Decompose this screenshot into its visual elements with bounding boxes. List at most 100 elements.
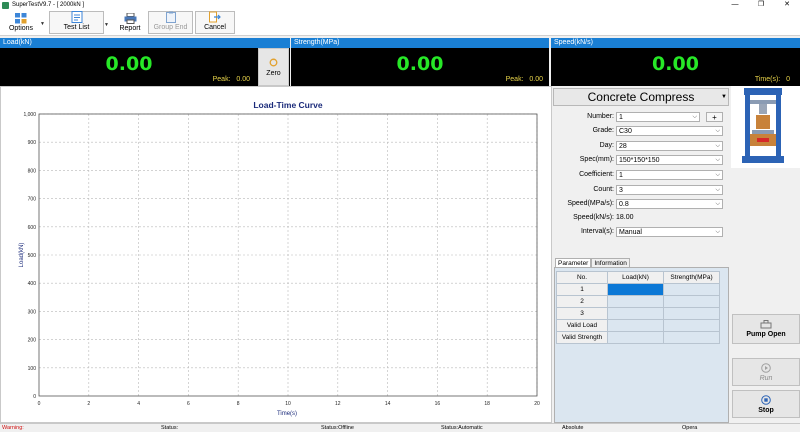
day-select[interactable]: 28 ⌵: [616, 141, 723, 151]
toolbar: Options ▼ Test List ▼ Report Group End C…: [0, 10, 800, 36]
x-tick-label: 4: [137, 401, 140, 407]
printer-icon: [124, 12, 137, 24]
play-icon: [761, 362, 771, 373]
table-row: Valid Load: [556, 319, 720, 332]
chevron-down-icon: ⌵: [715, 229, 720, 235]
coefficient-select[interactable]: 1 ⌵: [616, 170, 723, 180]
app-icon: [2, 1, 9, 9]
x-tick-label: 6: [187, 401, 190, 407]
table-cell[interactable]: [607, 331, 664, 344]
table-cell[interactable]: [663, 307, 720, 320]
grade-row: Grade: C30 ⌵: [553, 126, 729, 137]
speed-mpa-select[interactable]: 0.8 ⌵: [616, 199, 723, 209]
test-list-dropdown-icon[interactable]: ▼: [104, 22, 109, 28]
test-list-button[interactable]: Test List ▼: [49, 11, 109, 34]
options-dropdown-icon[interactable]: ▼: [40, 21, 45, 27]
chevron-down-icon: ⌵: [715, 187, 720, 193]
time-readout: Time(s): 0: [754, 76, 790, 83]
chevron-down-icon: ▼: [721, 94, 727, 100]
day-row: Day: 28 ⌵: [553, 141, 729, 152]
add-number-button[interactable]: +: [706, 112, 723, 122]
number-row: Number: 1 ⌵ +: [553, 112, 729, 123]
load-time-chart[interactable]: Load-Time Curve0 2 4 6 8 10 12 14 16 18 2001002003…: [1, 87, 551, 422]
y-tick-label: 800: [28, 168, 37, 174]
stop-icon: [761, 394, 771, 405]
x-tick-label: 0: [38, 401, 41, 407]
table-cell[interactable]: [663, 331, 720, 344]
number-select[interactable]: 1 ⌵: [616, 112, 700, 122]
title-bar: SuperTestV9.7 - [ 2000kN ] — ❐ ✕: [0, 0, 800, 10]
table-row: 2: [556, 295, 720, 308]
chevron-down-icon: ⌵: [715, 172, 720, 178]
x-tick-label: 10: [285, 401, 291, 407]
status-mode: Status:Automatic: [441, 425, 483, 431]
x-tick-label: 14: [385, 401, 391, 407]
table-cell[interactable]: [607, 295, 664, 308]
cancel-button[interactable]: Cancel: [195, 11, 235, 34]
speed-readout-title: Speed(kN/s): [551, 38, 800, 48]
x-tick-label: 18: [484, 401, 490, 407]
speed-readout: Speed(kN/s) 0.00 Time(s): 0: [551, 38, 800, 86]
load-peak: Peak: 0.00: [212, 76, 250, 83]
column-header: Load(kN): [607, 271, 664, 284]
options-button[interactable]: Options ▼: [2, 10, 45, 35]
count-select[interactable]: 3 ⌵: [616, 185, 723, 195]
y-tick-label: 900: [28, 140, 37, 146]
x-tick-label: 20: [534, 401, 540, 407]
table-cell[interactable]: [607, 319, 664, 332]
strength-peak: Peak: 0.00: [505, 76, 543, 83]
group-end-button[interactable]: Group End: [148, 11, 193, 34]
x-tick-label: 2: [87, 401, 90, 407]
pump-open-button[interactable]: Pump Open: [732, 314, 800, 344]
load-value: 0.00: [105, 53, 153, 75]
maximize-button[interactable]: ❐: [748, 0, 774, 10]
y-tick-label: 300: [28, 309, 37, 315]
interval-select[interactable]: Manual ⌵: [616, 227, 723, 237]
test-method-select[interactable]: Concrete Compress ▼: [553, 88, 729, 106]
table-cell[interactable]: [663, 283, 720, 296]
column-header: Strength(MPa): [663, 271, 720, 284]
table-cell[interactable]: [607, 283, 664, 296]
y-tick-label: 200: [28, 338, 37, 344]
chevron-down-icon: ⌵: [715, 157, 720, 163]
list-icon: [70, 11, 83, 23]
pump-icon: [760, 320, 772, 329]
x-tick-label: 16: [435, 401, 441, 407]
table-cell[interactable]: [663, 295, 720, 308]
report-button[interactable]: Report: [113, 10, 147, 35]
y-tick-label: 700: [28, 197, 37, 203]
load-readout-title: Load(kN): [0, 38, 290, 48]
y-tick-label: 1,000: [23, 112, 36, 118]
chevron-down-icon: ⌵: [715, 128, 720, 134]
table-cell[interactable]: [663, 319, 720, 332]
coefficient-row: Coefficient: 1 ⌵: [553, 170, 729, 181]
minimize-button[interactable]: —: [722, 0, 748, 10]
status-general: Status:: [161, 425, 179, 431]
grid-icon: [15, 12, 28, 24]
grade-select[interactable]: C30 ⌵: [616, 126, 723, 136]
window-title: SuperTestV9.7 - [ 2000kN ]: [12, 2, 85, 8]
strength-value: 0.00: [396, 53, 444, 75]
x-axis-label: Time(s): [277, 411, 297, 417]
strength-readout: Strength(MPa) 0.00 Peak: 0.00: [291, 38, 549, 86]
result-panel: No. Load(kN) Strength(MPa) 1 2 3 Valid L…: [554, 267, 729, 423]
status-bar: Warning: Status: Status:Offline Status:A…: [0, 423, 800, 432]
status-warning: Warning:: [2, 425, 24, 431]
spec-select[interactable]: 150*150*150 ⌵: [616, 155, 723, 165]
chart-panel: Load-Time Curve 0 2 4 6 8 10 12 14 16 18 20 0 100 200 3…: [0, 86, 552, 423]
load-readout: Load(kN) 0.00 Peak: 0.00: [0, 38, 290, 86]
speed-value: 0.00: [652, 53, 699, 75]
table-row: 1: [556, 283, 720, 296]
status-connection: Status:Offline: [321, 425, 354, 431]
table-cell[interactable]: [607, 307, 664, 320]
spec-row: Spec(mm): 150*150*150 ⌵: [553, 155, 729, 166]
clipboard-icon: [164, 11, 177, 23]
zero-button[interactable]: Zero: [258, 48, 289, 86]
exit-icon: [209, 11, 222, 23]
run-button[interactable]: Run: [732, 358, 800, 386]
table-row: 3: [556, 307, 720, 320]
test-parameter-form: Concrete Compress ▼ Number: 1 ⌵ + Grade: …: [553, 86, 729, 423]
count-row: Count: 3 ⌵: [553, 185, 729, 196]
stop-button[interactable]: Stop: [732, 390, 800, 418]
close-button[interactable]: ✕: [774, 0, 800, 10]
